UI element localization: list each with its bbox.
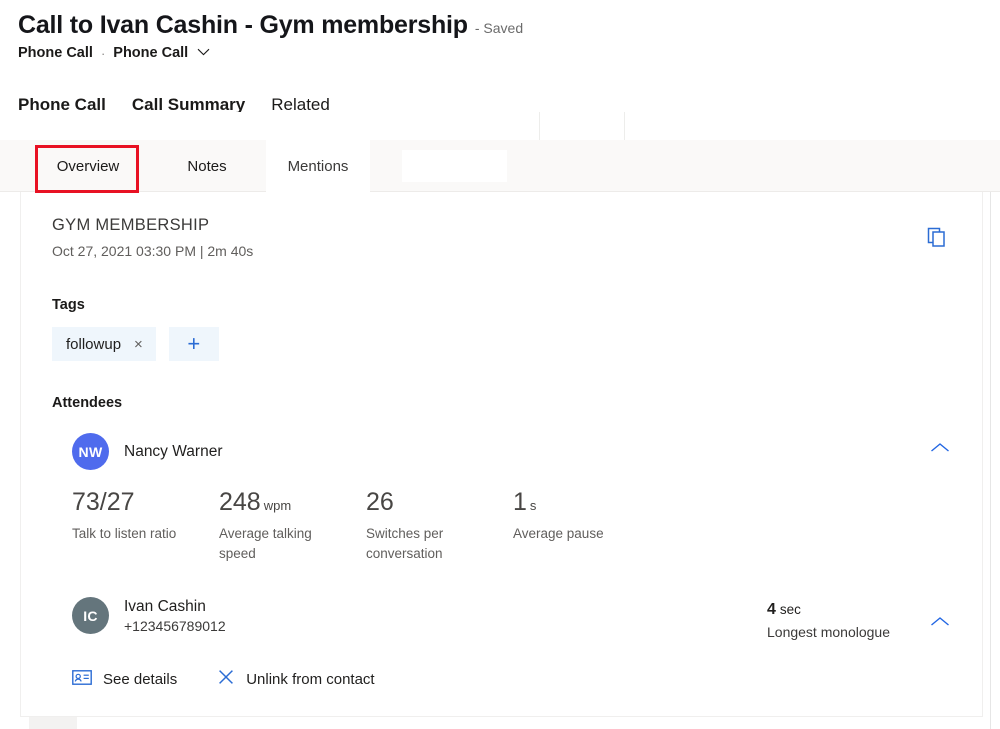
attendee-ivan-cashin: IC Ivan Cashin +123456789012 4 sec Longes… (52, 597, 952, 691)
chevron-up-icon[interactable] (930, 615, 950, 627)
attendees-section-label: Attendees (52, 395, 952, 411)
add-tag-button[interactable]: + (169, 327, 219, 361)
avatar: NW (72, 433, 109, 470)
overview-content-card: GYM MEMBERSHIP Oct 27, 2021 03:30 PM | 2… (20, 192, 983, 717)
close-icon[interactable]: × (134, 337, 143, 352)
see-details-button[interactable]: See details (72, 670, 177, 690)
page-footer-fragment (29, 717, 77, 729)
call-subject: GYM MEMBERSHIP (52, 216, 952, 235)
copy-icon[interactable] (926, 226, 948, 248)
attendee-phone: +123456789012 (124, 618, 226, 634)
tags-section-label: Tags (52, 297, 952, 313)
call-summary-page: Call to Ivan Cashin - Gym membership - S… (0, 0, 1000, 729)
divider-line (539, 112, 540, 140)
avatar: IC (72, 597, 109, 634)
metric-switches-per-conversation: 26 Switches per conversation (366, 490, 513, 563)
attendee-header[interactable]: NW Nancy Warner (52, 433, 952, 470)
attendee-name: Ivan Cashin (124, 598, 226, 616)
metric-average-pause: 1s Average pause (513, 490, 660, 563)
metric-label: Talk to listen ratio (72, 524, 197, 544)
metric-label: Average pause (513, 524, 638, 544)
page-title: Call to Ivan Cashin - Gym membership (18, 10, 468, 40)
save-status: - Saved (475, 20, 523, 36)
subtab-mentions[interactable]: Mentions (266, 140, 370, 192)
metric-value: 1 (513, 488, 527, 516)
contact-card-icon (72, 670, 92, 690)
metric-value: 4 (767, 601, 776, 618)
attendee-actions: See details Unlink from contact (52, 668, 952, 691)
chevron-down-icon[interactable] (197, 47, 210, 59)
tab-divider-strip (0, 112, 1000, 140)
metric-longest-monologue: 4 sec Longest monologue (767, 601, 890, 640)
title-row: Call to Ivan Cashin - Gym membership - S… (18, 10, 1000, 40)
sub-tabs: Overview Notes Mentions (0, 140, 1000, 192)
metric-value: 248 (219, 488, 261, 516)
breadcrumb-entity: Phone Call (18, 45, 93, 61)
see-details-label: See details (103, 671, 177, 688)
record-header: Call to Ivan Cashin - Gym membership - S… (0, 0, 1000, 61)
breadcrumb-separator: · (101, 46, 105, 61)
call-datetime-duration: Oct 27, 2021 03:30 PM | 2m 40s (52, 243, 952, 259)
subtab-overview[interactable]: Overview (38, 140, 138, 192)
attendee-metrics: 73/27 Talk to listen ratio 248wpm Averag… (52, 490, 952, 563)
metric-unit: s (530, 498, 537, 513)
metric-talk-to-listen-ratio: 73/27 Talk to listen ratio (72, 490, 219, 563)
tag-label: followup (66, 336, 121, 353)
chevron-up-icon[interactable] (930, 441, 950, 453)
tags-row: followup × + (52, 327, 952, 361)
unlink-from-contact-button[interactable]: Unlink from contact (217, 668, 374, 691)
breadcrumb: Phone Call · Phone Call (18, 45, 1000, 61)
attendee-name: Nancy Warner (124, 443, 222, 461)
divider-line (624, 112, 625, 140)
metric-label: Switches per conversation (366, 524, 491, 563)
metric-label: Average talking speed (219, 524, 344, 563)
subtab-blank[interactable] (402, 150, 507, 182)
metric-unit: wpm (264, 498, 291, 513)
attendee-nancy-warner: NW Nancy Warner 73/27 Talk to listen rat… (52, 433, 952, 563)
breadcrumb-form: Phone Call (113, 45, 188, 61)
close-x-icon (217, 668, 235, 691)
tag-chip-followup[interactable]: followup × (52, 327, 156, 361)
metric-value: 26 (366, 488, 394, 516)
metric-label: Longest monologue (767, 624, 890, 640)
subtab-notes[interactable]: Notes (170, 140, 244, 192)
unlink-label: Unlink from contact (246, 671, 374, 688)
metric-unit: sec (780, 602, 801, 617)
metric-average-talking-speed: 248wpm Average talking speed (219, 490, 366, 563)
panel-scrollbar[interactable] (990, 192, 1000, 729)
metric-value: 73/27 (72, 488, 135, 516)
